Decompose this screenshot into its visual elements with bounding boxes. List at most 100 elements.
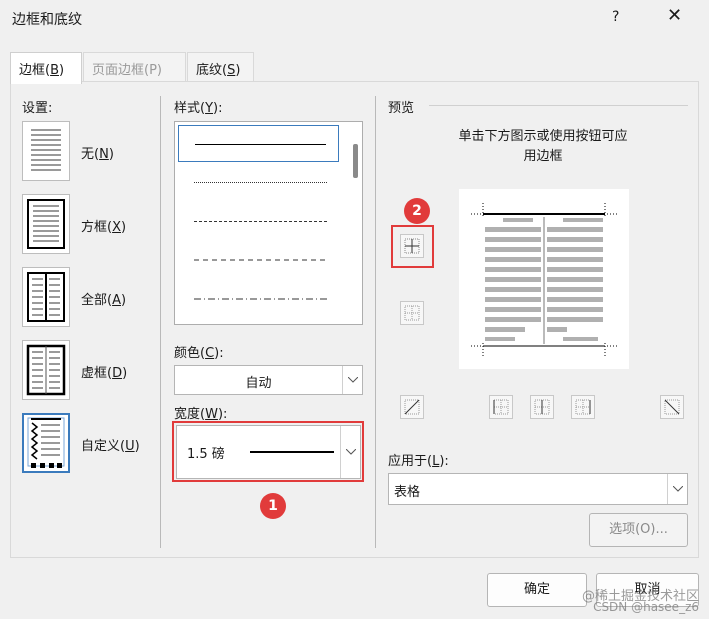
setting-custom-icon — [27, 417, 65, 468]
border-inside-h-button[interactable] — [400, 301, 424, 325]
style-item-dash[interactable] — [178, 242, 339, 279]
apply-to-dropdown[interactable]: 表格 — [388, 473, 688, 505]
border-diag-down-button[interactable] — [660, 395, 684, 419]
style-dash-dot-line — [194, 298, 327, 300]
width-label-text: 宽度( — [174, 407, 206, 422]
color-label-suffix: ): — [214, 346, 224, 361]
border-diag-up-button[interactable] — [400, 395, 424, 419]
setting-custom-suffix: ) — [134, 439, 140, 454]
tab-borders-label: 边框( — [19, 63, 51, 78]
border-right-button[interactable] — [571, 395, 595, 419]
setting-grid-label[interactable]: 虚框(D) — [81, 362, 127, 381]
setting-box-icon — [27, 199, 65, 249]
settings-label: 设置: — [22, 101, 53, 116]
tab-panel-borders: 设置: 无(N) 方框(X) 全部(A) 虚框(D) 自定义(U) 样式(Y):… — [10, 81, 699, 558]
divider-right — [375, 96, 376, 548]
style-list[interactable] — [174, 121, 363, 325]
apply-to-label-suffix: ): — [439, 454, 449, 469]
color-label-key: C — [205, 346, 215, 361]
setting-box-key: X — [112, 220, 121, 235]
divider-left — [160, 96, 161, 548]
inside-grid-highlight-box — [391, 225, 434, 268]
annotation-badge-2: 2 — [404, 198, 430, 224]
preview-heading-rule — [429, 105, 688, 106]
style-label-text: 样式( — [174, 101, 206, 116]
setting-all-suffix: ) — [120, 293, 127, 308]
color-label-text: 颜色( — [174, 346, 206, 361]
border-inside-v-button[interactable] — [530, 395, 554, 419]
left-border-icon — [493, 399, 509, 415]
inside-vertical-icon — [534, 399, 550, 415]
right-border-icon — [575, 399, 591, 415]
style-item-small-dash[interactable] — [178, 203, 339, 240]
help-button[interactable]: ? — [612, 9, 619, 25]
style-item-solid[interactable] — [178, 125, 339, 162]
apply-to-label-text: 应用于( — [388, 454, 433, 469]
setting-none-label[interactable]: 无(N) — [81, 143, 114, 162]
chevron-down-icon — [342, 366, 362, 394]
diagonal-down-border-icon — [664, 399, 680, 415]
color-value: 自动 — [245, 376, 272, 391]
width-label-suffix: ): — [217, 407, 228, 422]
tab-page-border[interactable]: 页面边框(P) — [83, 52, 186, 82]
style-item-dotted[interactable] — [178, 164, 339, 201]
tab-borders[interactable]: 边框(B) — [10, 52, 82, 84]
tab-borders-suffix: ) — [59, 63, 65, 78]
setting-grid-suffix: ) — [122, 366, 128, 381]
close-button[interactable]: ✕ — [667, 6, 682, 26]
style-list-scrollbar[interactable] — [353, 144, 358, 178]
tab-shading-label: 底纹( — [196, 63, 228, 78]
setting-all-label[interactable]: 全部(A) — [81, 289, 126, 308]
setting-grid-icon — [26, 344, 66, 396]
setting-custom-thumb[interactable] — [22, 413, 70, 473]
setting-box-label[interactable]: 方框(X) — [81, 216, 126, 235]
style-dotted-line — [194, 182, 327, 183]
options-button[interactable]: 选项(O)... — [589, 513, 688, 547]
preview-canvas[interactable] — [459, 189, 629, 369]
setting-box-suffix: ) — [120, 220, 127, 235]
setting-none-key: N — [99, 147, 109, 162]
setting-custom-label[interactable]: 自定义(U) — [81, 435, 140, 454]
width-highlight-box — [172, 421, 364, 482]
title-bar: 边框和底纹 ? ✕ — [0, 0, 709, 38]
setting-grid-key: D — [112, 366, 123, 381]
style-label: 样式(Y): — [174, 97, 222, 116]
setting-all-icon — [27, 272, 65, 322]
setting-box-thumb[interactable] — [22, 194, 70, 254]
style-solid-line — [195, 144, 326, 145]
tab-borders-key: B — [50, 63, 59, 78]
preview-hint-line1: 单击下方图示或使用按钮可应 — [458, 129, 628, 144]
setting-none-icon — [31, 129, 61, 171]
color-dropdown[interactable]: 自动 — [174, 365, 363, 395]
tab-page-border-label: 页面边框(P) — [92, 63, 162, 78]
tab-shading[interactable]: 底纹(S) — [187, 52, 254, 82]
style-label-key: Y — [205, 101, 214, 116]
ok-button[interactable]: 确定 — [487, 573, 587, 607]
width-label-key: W — [205, 407, 218, 422]
apply-to-label: 应用于(L): — [388, 450, 449, 469]
style-label-suffix: ): — [213, 101, 223, 116]
setting-all-thumb[interactable] — [22, 267, 70, 327]
diagonal-up-border-icon — [404, 399, 420, 415]
setting-grid-thumb[interactable] — [22, 340, 70, 400]
preview-label: 预览 — [388, 101, 415, 116]
style-item-dash-dot[interactable] — [178, 281, 339, 318]
setting-none-suffix: ) — [108, 147, 114, 162]
style-small-dash-line — [194, 221, 327, 222]
chevron-down-icon — [667, 474, 687, 504]
watermark-line2: CSDN @hasee_z6 — [593, 600, 699, 614]
inside-horizontal-icon — [404, 305, 420, 321]
setting-none-thumb[interactable] — [22, 121, 70, 181]
setting-all-key: A — [112, 293, 121, 308]
color-label: 颜色(C): — [174, 342, 224, 361]
border-left-button[interactable] — [489, 395, 513, 419]
dialog-title: 边框和底纹 — [12, 12, 82, 28]
style-dash-line — [194, 259, 327, 261]
preview-document-icon — [471, 203, 617, 357]
setting-none-text: 无( — [81, 147, 100, 162]
setting-all-text: 全部( — [81, 293, 113, 308]
setting-custom-key: U — [125, 439, 135, 454]
setting-grid-text: 虚框( — [81, 366, 113, 381]
preview-hint: 单击下方图示或使用按钮可应 用边框 — [413, 127, 673, 167]
apply-to-value: 表格 — [394, 485, 421, 500]
